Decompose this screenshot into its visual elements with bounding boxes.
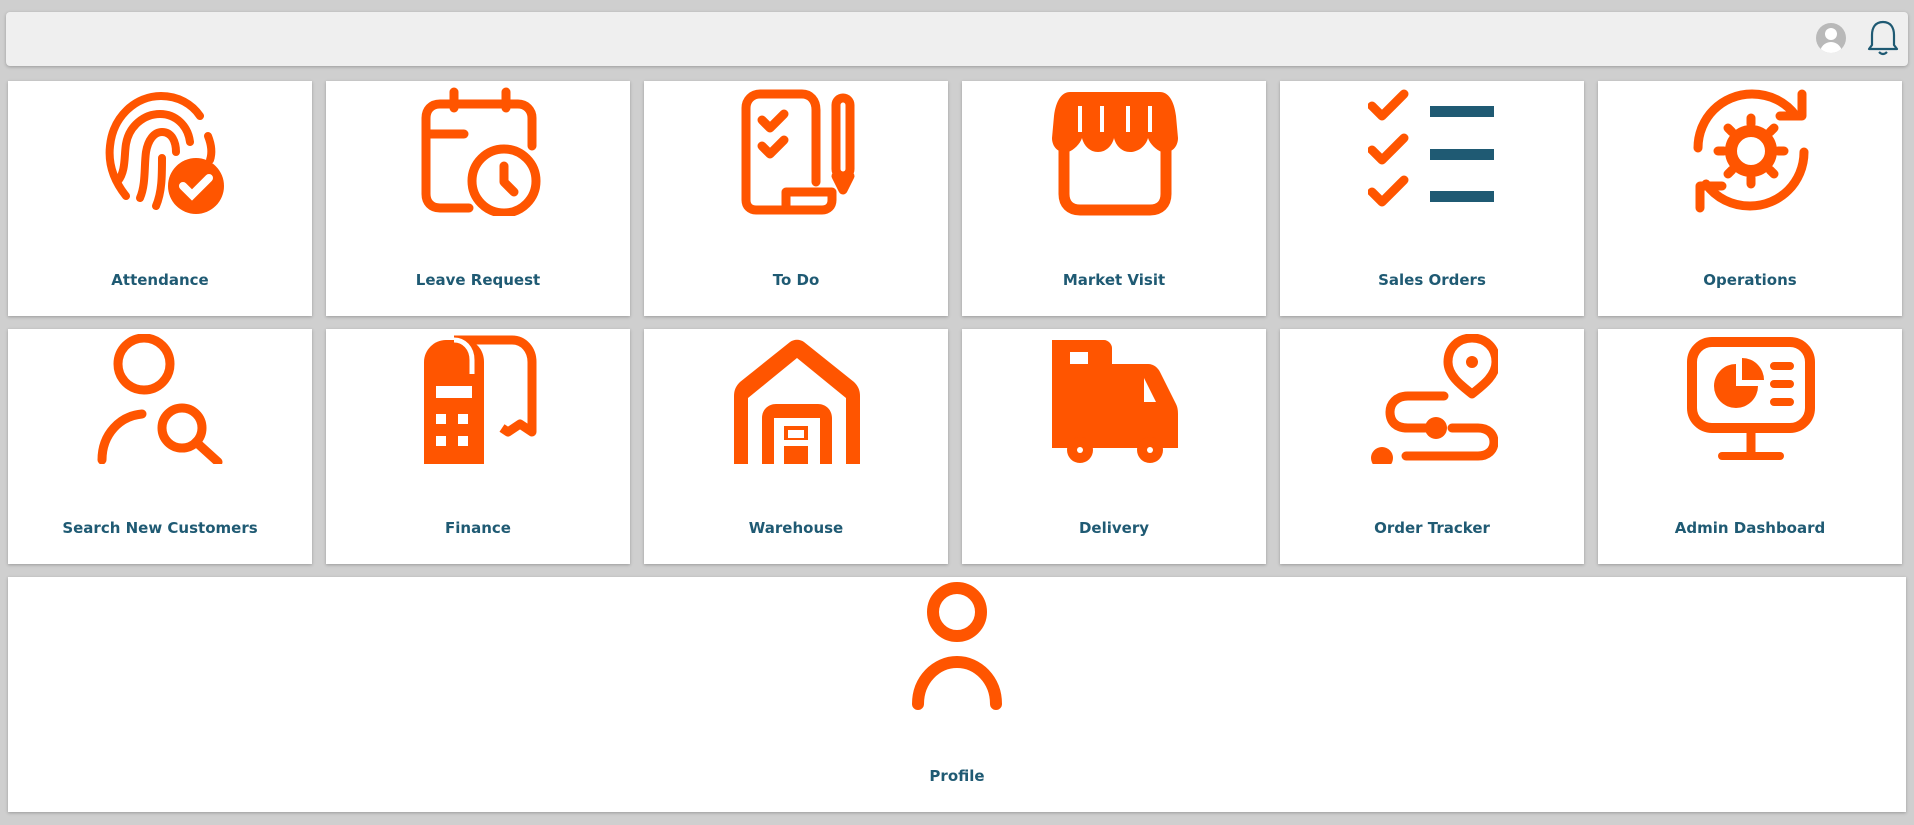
tile-admin-dashboard[interactable]: Admin Dashboard xyxy=(1598,329,1902,564)
store-icon xyxy=(1052,92,1178,216)
task-list-icon xyxy=(1368,89,1494,207)
tile-label: Order Tracker xyxy=(1374,519,1490,537)
tile-label: Finance xyxy=(445,519,511,537)
tile-delivery[interactable]: Delivery xyxy=(962,329,1266,564)
tile-label: To Do xyxy=(772,271,820,289)
tile-label: Market Visit xyxy=(1062,271,1166,289)
bell-icon[interactable] xyxy=(1866,18,1900,58)
tile-sales-orders[interactable]: Sales Orders xyxy=(1280,81,1584,316)
checklist-pencil-icon xyxy=(741,89,855,215)
tile-market-visit[interactable]: Market Visit xyxy=(962,81,1266,316)
calculator-receipt-icon xyxy=(424,335,537,464)
fingerprint-check-icon xyxy=(105,91,224,214)
warehouse-icon xyxy=(734,339,860,464)
tile-warehouse[interactable]: Warehouse xyxy=(644,329,948,564)
tile-label: Attendance xyxy=(111,271,209,289)
tile-search-new-customers[interactable]: Search New Customers xyxy=(8,329,312,564)
user-search-icon xyxy=(97,334,223,464)
tile-label: Delivery xyxy=(1078,519,1150,537)
tile-label: Profile xyxy=(929,767,985,785)
tile-label: Search New Customers xyxy=(62,519,258,537)
calendar-clock-icon xyxy=(421,87,541,216)
user-avatar-icon[interactable] xyxy=(1816,23,1846,53)
top-bar xyxy=(6,12,1908,66)
tile-operations[interactable]: Operations xyxy=(1598,81,1902,316)
delivery-truck-icon xyxy=(1052,340,1178,463)
tile-order-tracker[interactable]: Order Tracker xyxy=(1280,329,1584,564)
tile-attendance[interactable]: Attendance xyxy=(8,81,312,316)
user-profile-icon xyxy=(912,582,1002,710)
tile-label: Admin Dashboard xyxy=(1674,519,1826,537)
gear-refresh-icon xyxy=(1693,89,1809,213)
tile-profile[interactable]: Profile xyxy=(8,577,1906,812)
monitor-chart-icon xyxy=(1687,337,1815,460)
tile-finance[interactable]: Finance xyxy=(326,329,630,564)
tile-to-do[interactable]: To Do xyxy=(644,81,948,316)
route-pin-icon xyxy=(1371,334,1498,464)
tile-label: Warehouse xyxy=(748,519,844,537)
tile-label: Sales Orders xyxy=(1378,271,1486,289)
tile-label: Leave Request xyxy=(415,271,541,289)
tile-leave-request[interactable]: Leave Request xyxy=(326,81,630,316)
tile-label: Operations xyxy=(1703,271,1797,289)
